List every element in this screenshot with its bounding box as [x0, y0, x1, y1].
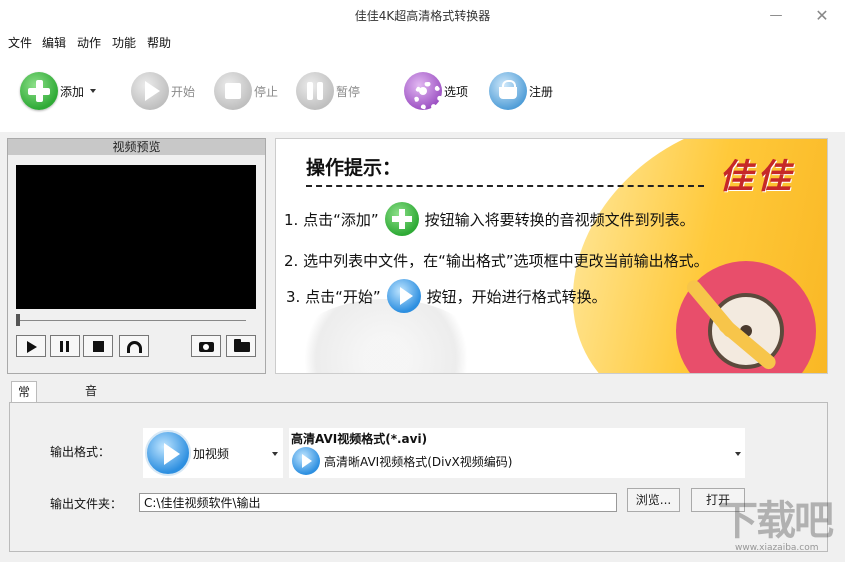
- preview-stop-button[interactable]: [83, 335, 113, 357]
- step-2-text: 2. 选中列表中文件，在“输出格式”选项框中更改当前输出格式。: [284, 252, 709, 270]
- tab-general[interactable]: 常规设置: [11, 381, 38, 459]
- play-icon: [131, 72, 169, 110]
- pause-button[interactable]: 暂停: [296, 70, 360, 112]
- chevron-down-icon: [735, 452, 741, 456]
- chevron-down-icon[interactable]: [90, 89, 97, 93]
- step-1-text: 1. 点击“添加”: [284, 210, 379, 229]
- add-button[interactable]: 添加: [20, 70, 97, 112]
- brand-logo: 佳佳: [719, 157, 795, 197]
- open-folder-button[interactable]: [226, 335, 256, 357]
- seek-slider-handle[interactable]: [16, 314, 20, 326]
- output-folder-label: 输出文件夹：: [50, 497, 123, 511]
- video-screen: [16, 165, 256, 309]
- step-1-text-rest: 按钮输入将要转换的音视频文件到列表。: [424, 210, 695, 229]
- banner-heading: 操作提示：: [306, 157, 402, 179]
- play-icon: [386, 279, 421, 313]
- menu-action[interactable]: 动作: [77, 34, 101, 51]
- preview-title: 视频预览: [8, 139, 265, 155]
- chevron-down-icon: [272, 452, 278, 456]
- play-icon: [27, 341, 37, 353]
- headphones-icon: [127, 341, 142, 353]
- register-label: 注册: [529, 84, 554, 99]
- add-label: 添加: [60, 84, 85, 99]
- menu-function[interactable]: 功能: [112, 34, 136, 51]
- pause-icon: [60, 341, 63, 352]
- format-detail: 高清晰AVI视频格式(DivX视频编码): [324, 455, 513, 469]
- step-3: 3. 点击“开始” 按钮，开始进行格式转换。: [286, 279, 607, 313]
- minimize-button[interactable]: —: [756, 0, 796, 32]
- menu-edit[interactable]: 编辑: [42, 34, 66, 51]
- settings-panel: 输出格式： 加视频 高清AVI视频格式(*.avi) 高清晰AVI视频格式(Di…: [9, 402, 828, 552]
- instruction-banner: 操作提示： 佳佳 1. 点击“添加” 按钮输入将要转换的音视频文件到列表。 2.…: [275, 138, 828, 374]
- format-select[interactable]: 高清AVI视频格式(*.avi) 高清晰AVI视频格式(DivX视频编码): [289, 428, 745, 478]
- format-title: 高清AVI视频格式(*.avi): [291, 432, 428, 446]
- menu-file[interactable]: 文件: [8, 34, 32, 51]
- camera-icon: [199, 342, 214, 352]
- watermark-logo: 下载吧: [718, 498, 834, 544]
- gear-icon: [404, 72, 442, 110]
- browse-button[interactable]: 浏览...: [627, 488, 680, 512]
- video-icon: [145, 430, 191, 476]
- preview-loop-button[interactable]: [119, 335, 149, 357]
- output-format-label: 输出格式：: [50, 445, 111, 459]
- pause-icon-bar: [66, 341, 69, 352]
- output-folder-input[interactable]: [139, 493, 617, 512]
- pause-label: 暂停: [336, 84, 361, 99]
- close-button[interactable]: ✕: [802, 0, 842, 32]
- stop-icon: [93, 341, 104, 352]
- folder-icon: [234, 339, 250, 352]
- toolbar: 添加 开始 停止 暂停 选项 注册: [0, 50, 845, 132]
- step-3-text: 3. 点击“开始”: [286, 287, 381, 306]
- step-3-text-rest: 按钮，开始进行格式转换。: [426, 287, 607, 306]
- snapshot-button[interactable]: [191, 335, 221, 357]
- stop-icon: [214, 72, 252, 110]
- stop-label: 停止: [254, 84, 279, 99]
- step-2: 2. 选中列表中文件，在“输出格式”选项框中更改当前输出格式。: [284, 250, 709, 271]
- preview-pause-button[interactable]: [50, 335, 80, 357]
- preview-play-button[interactable]: [16, 335, 46, 357]
- add-icon: [384, 202, 419, 236]
- menu-bar: 文件 编辑 动作 功能 帮助: [0, 32, 845, 50]
- stop-button[interactable]: 停止: [214, 70, 278, 112]
- watermark-url: www.xiazaiba.com: [735, 543, 819, 553]
- video-icon: [292, 447, 320, 475]
- pause-icon: [296, 72, 334, 110]
- step-1: 1. 点击“添加” 按钮输入将要转换的音视频文件到列表。: [284, 202, 695, 236]
- title-bar: 佳佳4K超高清格式转换器: [0, 0, 845, 32]
- video-preview-panel: 视频预览: [7, 138, 266, 374]
- start-button[interactable]: 开始: [131, 70, 195, 112]
- menu-help[interactable]: 帮助: [147, 34, 171, 51]
- format-category-select[interactable]: 加视频: [143, 428, 283, 478]
- divider: [306, 185, 704, 187]
- register-button[interactable]: 注册: [489, 70, 553, 112]
- format-category-value: 加视频: [193, 447, 230, 461]
- tab-advanced[interactable]: 音视频高级设置: [79, 381, 103, 518]
- basket-icon: [489, 72, 527, 110]
- options-button[interactable]: 选项: [404, 70, 468, 112]
- add-icon: [20, 72, 58, 110]
- start-label: 开始: [171, 84, 196, 99]
- options-label: 选项: [444, 84, 469, 99]
- seek-track[interactable]: [18, 320, 246, 321]
- window-title: 佳佳4K超高清格式转换器: [354, 9, 491, 23]
